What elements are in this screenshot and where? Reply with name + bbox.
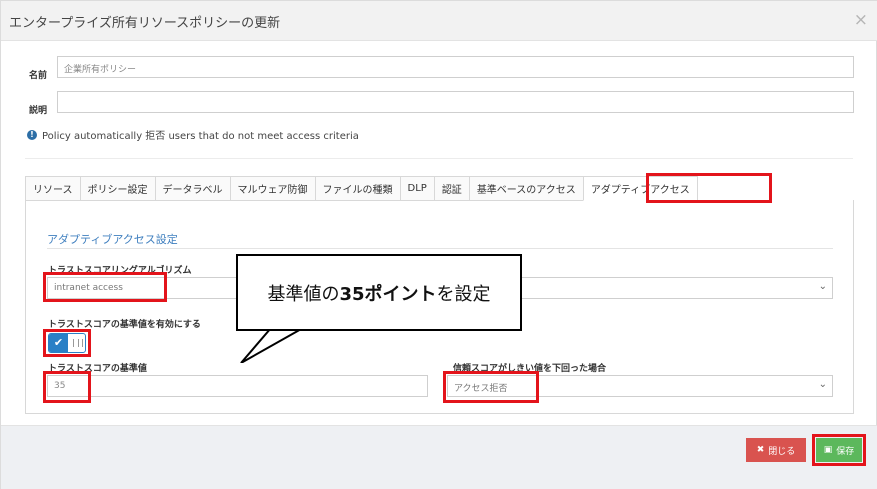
tab-file-types[interactable]: ファイルの種類 (314, 176, 401, 201)
dialog-header: エンタープライズ所有リソースポリシーの更新 × (1, 1, 877, 41)
save-button-label: 保存 (836, 446, 855, 457)
divider (25, 158, 853, 159)
callout-text-bold: 35ポイント (339, 283, 437, 305)
highlight-toggle (43, 329, 91, 357)
tab-policy-settings[interactable]: ポリシー設定 (79, 176, 156, 201)
highlight-tab (646, 173, 772, 203)
tab-malware-protection[interactable]: マルウェア防御 (229, 176, 316, 201)
highlight-algorithm (43, 272, 167, 302)
close-button-label: 閉じる (768, 446, 796, 457)
callout-text-post: を設定 (436, 283, 491, 305)
section-divider (47, 248, 833, 249)
tab-dlp[interactable]: DLP (399, 176, 435, 201)
chevron-down-icon: ⌄ (818, 379, 827, 390)
info-notice: ! Policy automatically 拒否 users that do … (27, 127, 359, 142)
description-label: 説明 (29, 106, 48, 116)
tab-data-labels[interactable]: データラベル (154, 176, 231, 201)
name-input[interactable]: 企業所有ポリシー (57, 56, 854, 78)
dialog-title: エンタープライズ所有リソースポリシーの更新 (9, 16, 281, 31)
name-label: 名前 (29, 71, 48, 81)
highlight-baseline (43, 371, 91, 403)
tab-criteria-access[interactable]: 基準ベースのアクセス (468, 176, 584, 201)
close-button[interactable]: ✖ 閉じる (746, 438, 806, 462)
chevron-down-icon: ⌄ (818, 281, 827, 292)
section-title: アダプティブアクセス設定 (47, 233, 178, 246)
tab-resources[interactable]: リソース (25, 176, 81, 201)
description-input[interactable] (57, 91, 854, 113)
tab-bar: リソース ポリシー設定 データラベル マルウェア防御 ファイルの種類 DLP 認… (25, 176, 698, 201)
baseline-input[interactable]: 35 (47, 375, 428, 397)
callout-text-pre: 基準値の (267, 283, 340, 305)
close-icon: ✖ (756, 445, 765, 455)
save-button[interactable]: ▣ 保存 (816, 438, 862, 462)
info-icon: ! (27, 129, 37, 140)
save-icon: ▣ (823, 445, 833, 455)
highlight-below-threshold (443, 371, 539, 403)
info-text: Policy automatically 拒否 users that do no… (42, 131, 359, 142)
callout-bubble: 基準値の 35ポイント を設定 (236, 254, 522, 331)
close-icon[interactable]: × (854, 10, 868, 30)
update-policy-dialog: エンタープライズ所有リソースポリシーの更新 × 名前 企業所有ポリシー 説明 !… (0, 0, 877, 489)
tab-authentication[interactable]: 認証 (433, 176, 470, 201)
